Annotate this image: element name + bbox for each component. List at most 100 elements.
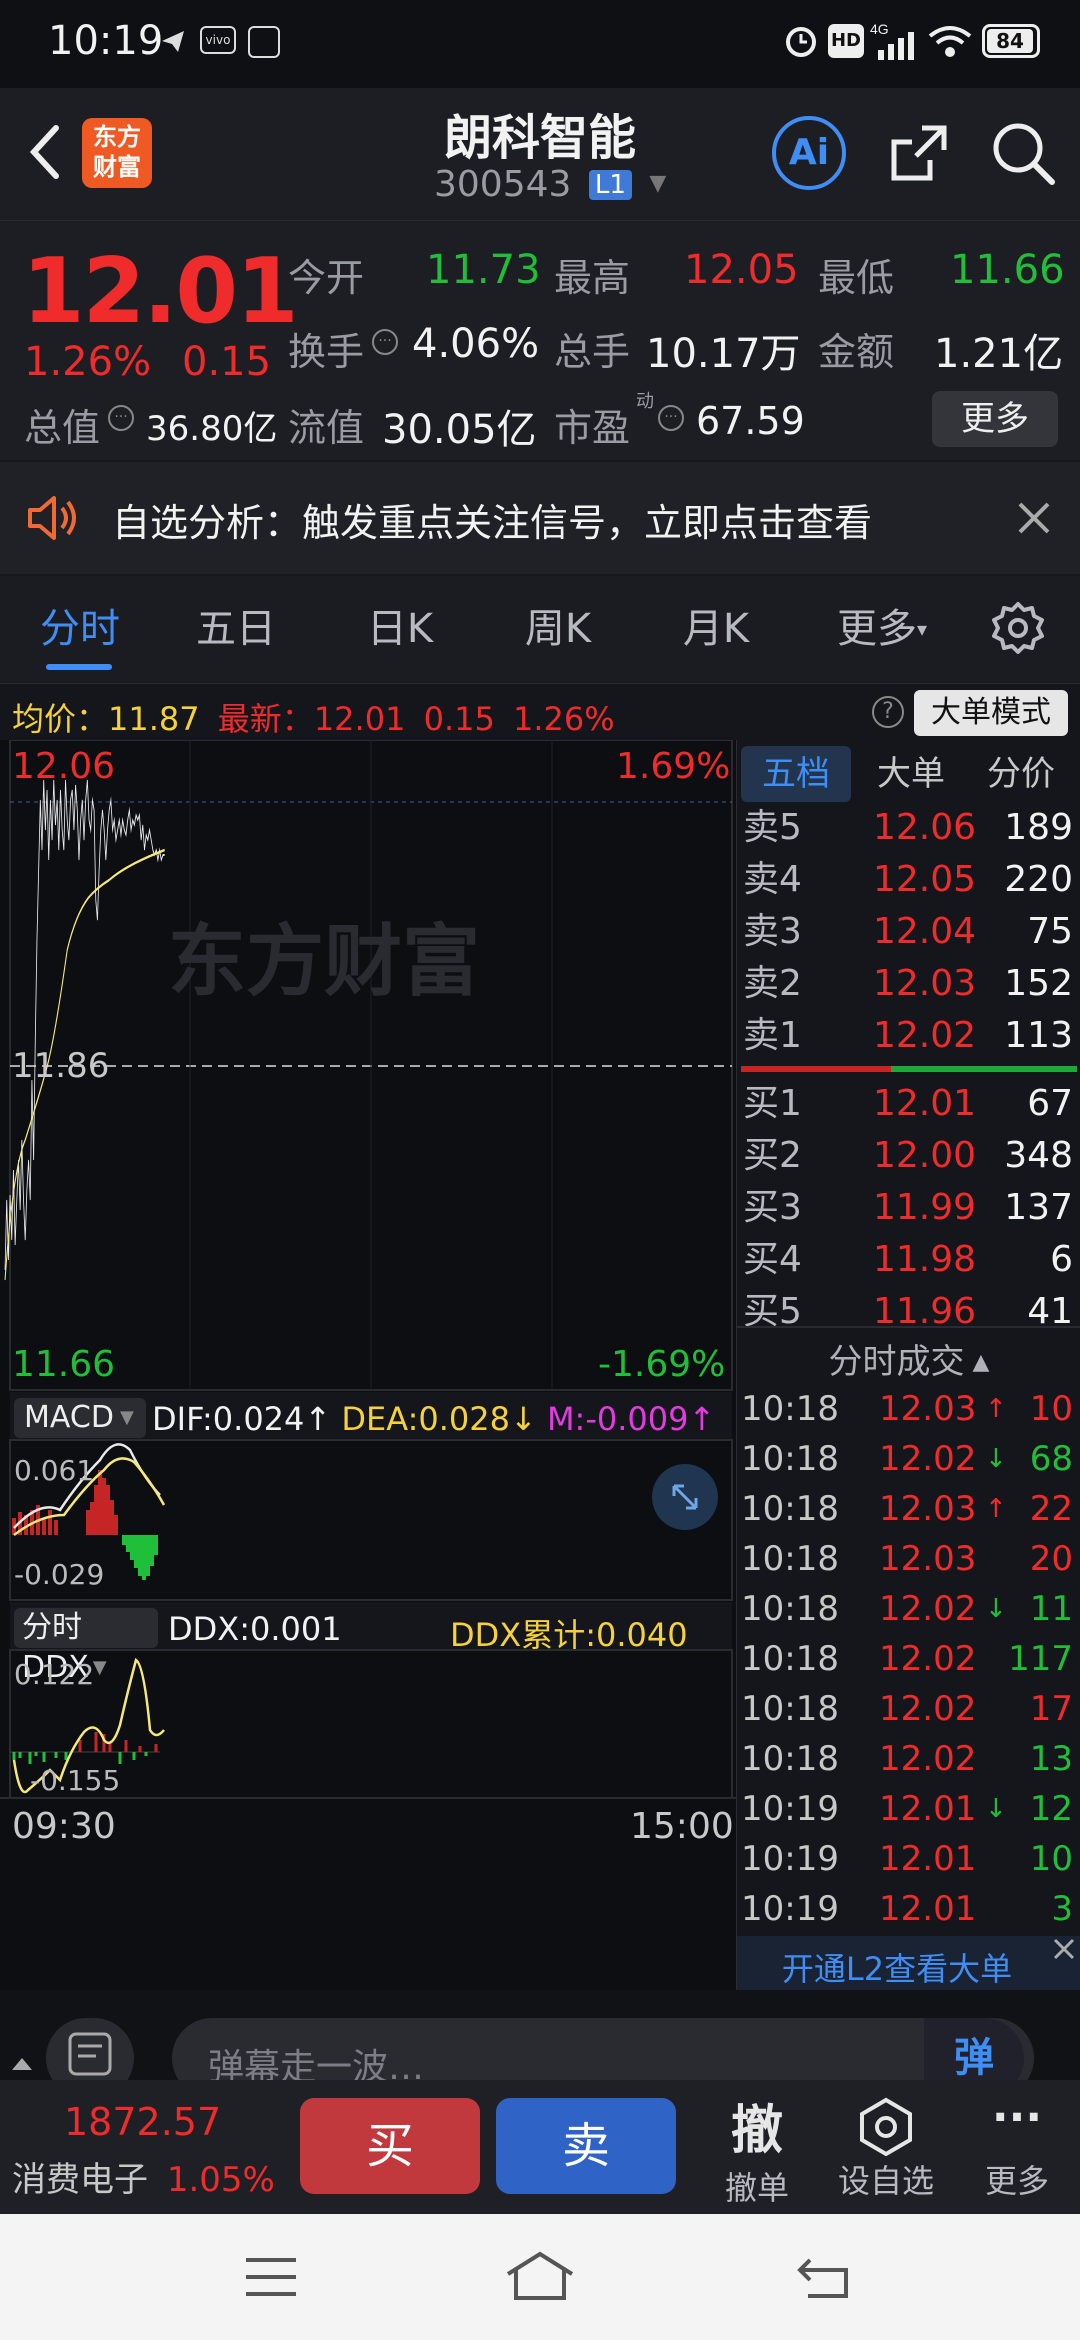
more-quote-button[interactable]: 更多 (932, 391, 1058, 447)
macd-indicator-select[interactable]: MACD ▼ (14, 1398, 146, 1438)
bid-ratio-bar (891, 1066, 1077, 1072)
telegram-icon (158, 26, 188, 56)
speaker-icon (24, 492, 80, 544)
l2-banner[interactable]: 开通L2查看大单 (737, 1936, 1080, 1990)
amount-label: 金额 (818, 330, 895, 374)
ask-level-volume: 75 (1027, 911, 1073, 952)
info-icon[interactable]: ··· (658, 405, 684, 431)
expand-chart-icon[interactable] (652, 1464, 718, 1530)
notice-text: 自选分析：触发重点关注信号，立即点击查看 (112, 501, 873, 545)
collapse-caret-icon[interactable] (12, 2058, 32, 2070)
bid-levels: 买1 12.01 67 买2 12.00 348 买3 11.99 137 买4 11.98 6 买5 1… (737, 1080, 1080, 1332)
ask-level-volume: 189 (1004, 807, 1073, 848)
trade-time: 10:18 (741, 1639, 839, 1679)
ask-level-price: 12.05 (873, 859, 977, 900)
bid-level-row[interactable]: 买3 11.99 137 (737, 1184, 1080, 1232)
tab-big-orders[interactable]: 大单 (861, 746, 961, 802)
change-amount: 0.15 (182, 339, 272, 385)
ddx-top-value: 0.122 (14, 1658, 95, 1691)
ddx-bottom-value: -0.155 (30, 1764, 121, 1797)
price-summary-bar: 均价：11.87 最新：12.01 0.15 1.26% ? 大单模式 (0, 684, 1080, 740)
bid-level-label: 买3 (743, 1187, 802, 1228)
sell-button[interactable]: 卖 (496, 2098, 676, 2194)
ask-level-label: 卖2 (743, 963, 802, 1004)
volume-value: 10.17万 (646, 331, 801, 377)
active-tab-indicator (46, 664, 112, 670)
buy-button[interactable]: 买 (300, 2098, 480, 2194)
intraday-charts[interactable]: 东方财富 12.06 1.69% 11.86 11.66 -1.69% MACD… (0, 740, 736, 1990)
bid-level-volume: 67 (1027, 1083, 1073, 1124)
stock-code-row[interactable]: 300543 L1 ▼ (434, 164, 666, 214)
sector-index-value: 1872.57 (64, 2100, 222, 2144)
order-book-panel: 五档 大单 分价 卖5 12.06 189 卖4 12.05 220 卖3 12.04 75 卖2… (736, 740, 1080, 1990)
ai-assistant-button[interactable]: Ai (772, 116, 846, 190)
cancel-order-button[interactable]: 撤 撤单 (712, 2088, 802, 2208)
ask-level-row[interactable]: 卖1 12.02 113 (737, 1012, 1080, 1060)
trade-volume: 13 (1029, 1739, 1073, 1779)
share-icon[interactable] (884, 118, 954, 188)
ask-level-label: 卖3 (743, 911, 802, 952)
tab-five-day[interactable]: 五日 (176, 576, 296, 682)
tab-daily-k[interactable]: 日K (340, 576, 460, 682)
trade-volume: 20 (1029, 1539, 1073, 1579)
notice-bar[interactable]: 自选分析：触发重点关注信号，立即点击查看 (0, 462, 1080, 574)
trade-time: 10:19 (741, 1839, 839, 1879)
battery-icon: 84 (982, 24, 1040, 58)
up-arrow-icon: ↑ (985, 1394, 1007, 1424)
bid-level-price: 11.96 (873, 1291, 977, 1332)
high-label: 最高 (554, 256, 631, 300)
bid-level-row[interactable]: 买1 12.01 67 (737, 1080, 1080, 1128)
chart-top-pct: 1.69% (616, 746, 731, 787)
sector-pct: 1.05% (166, 2160, 275, 2200)
macd-top-value: 0.061 (14, 1454, 95, 1487)
turnover-label: 换手 (288, 330, 365, 374)
tab-price-dist[interactable]: 分价 (971, 746, 1071, 802)
bid-level-row[interactable]: 买5 11.96 41 (737, 1288, 1080, 1336)
latest-price: 12.01 (313, 700, 406, 738)
macd-bottom-value: -0.029 (14, 1558, 105, 1591)
sector-index-row[interactable]: 消费电子 1.05% (12, 2152, 275, 2201)
info-icon[interactable]: ··· (372, 329, 398, 355)
open-value: 11.73 (426, 247, 541, 293)
more-actions-button[interactable]: ··· 更多 (974, 2096, 1060, 2206)
ask-level-label: 卖4 (743, 859, 802, 900)
ask-level-row[interactable]: 卖4 12.05 220 (737, 856, 1080, 904)
close-icon[interactable] (1016, 500, 1052, 536)
bid-level-price: 11.99 (873, 1187, 977, 1228)
chart-mid-price: 11.86 (12, 1046, 110, 1086)
trade-price: 12.01 (879, 1889, 977, 1929)
tab-weekly-k[interactable]: 周K (498, 576, 618, 682)
open-label: 今开 (288, 256, 365, 300)
home-icon[interactable] (504, 2250, 576, 2302)
trades-title[interactable]: 分时成交 ▲ (737, 1334, 1080, 1383)
low-value: 11.66 (950, 247, 1065, 293)
ask-level-row[interactable]: 卖2 12.03 152 (737, 960, 1080, 1008)
current-price: 12.01 (22, 239, 299, 344)
ask-level-row[interactable]: 卖3 12.04 75 (737, 908, 1080, 956)
trade-row: 10:19 12.01 ↓ 12 (737, 1784, 1080, 1834)
info-icon[interactable]: ··· (108, 405, 134, 431)
chart-bottom-pct: -1.69% (598, 1344, 726, 1385)
menu-icon[interactable] (244, 2254, 298, 2300)
status-bar: 10:19 vivo HD 4G 84 (0, 0, 1080, 88)
tab-monthly-k[interactable]: 月K (656, 576, 776, 682)
time-end: 15:00 (630, 1806, 734, 1847)
bid-level-label: 买4 (743, 1239, 802, 1280)
settings-gear-icon[interactable] (990, 600, 1046, 656)
signal-icon: 4G (870, 20, 920, 62)
tab-five-levels[interactable]: 五档 (741, 746, 851, 802)
add-watchlist-button[interactable]: 设自选 (836, 2096, 936, 2206)
big-order-mode-button[interactable]: 大单模式 (914, 690, 1068, 736)
ddx-indicator-select[interactable]: 分时DDX ▼ (14, 1608, 158, 1685)
back-nav-icon[interactable] (796, 2254, 852, 2300)
ask-level-row[interactable]: 卖5 12.06 189 (737, 804, 1080, 852)
chart-top-price: 12.06 (12, 746, 116, 787)
help-icon[interactable]: ? (872, 696, 904, 728)
close-icon[interactable] (1051, 1936, 1077, 1962)
search-icon[interactable] (988, 118, 1058, 188)
trade-time: 10:18 (741, 1389, 839, 1429)
bid-level-row[interactable]: 买4 11.98 6 (737, 1236, 1080, 1284)
tab-more[interactable]: 更多▾ (822, 576, 942, 682)
bid-level-row[interactable]: 买2 12.00 348 (737, 1132, 1080, 1180)
svg-text:4G: 4G (870, 21, 889, 37)
